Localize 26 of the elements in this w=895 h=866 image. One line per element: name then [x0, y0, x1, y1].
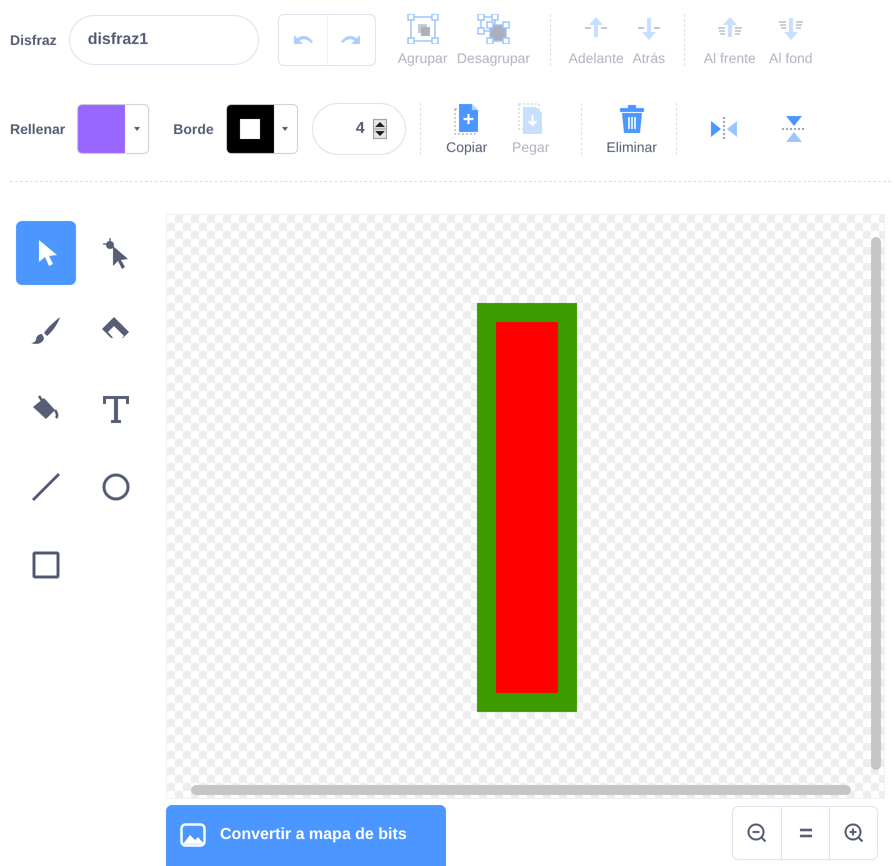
image-icon [180, 823, 206, 847]
zoom-out-icon [746, 822, 768, 844]
horizontal-scrollbar[interactable] [191, 785, 851, 795]
delete-button[interactable]: Eliminar [600, 103, 664, 155]
line-icon [29, 470, 63, 504]
vertical-scrollbar[interactable] [871, 237, 881, 770]
drawing-canvas[interactable] [166, 214, 885, 799]
copy-button[interactable]: Copiar [434, 103, 499, 155]
outline-color-picker[interactable] [226, 104, 298, 154]
zoom-in-icon [842, 822, 864, 844]
outline-label: Borde [173, 121, 214, 137]
dropdown-caret-icon [132, 126, 141, 132]
outline-width-field[interactable]: 4 [312, 103, 406, 155]
group-icon [406, 14, 440, 44]
trash-icon [618, 103, 645, 135]
ungroup-icon [476, 14, 510, 44]
copy-icon [454, 103, 480, 135]
stepper-icon [372, 119, 387, 139]
costume-label: Disfraz [10, 32, 57, 48]
fill-label: Rellenar [10, 121, 66, 137]
fill-color-picker[interactable] [77, 104, 150, 154]
costume-name-field[interactable]: disfraz1 [68, 15, 259, 65]
convert-to-bitmap-button[interactable]: Convertir a mapa de bits [166, 805, 446, 866]
select-tool-button[interactable] [16, 221, 76, 285]
dropdown-caret-icon [281, 126, 290, 132]
paste-icon [518, 103, 544, 135]
